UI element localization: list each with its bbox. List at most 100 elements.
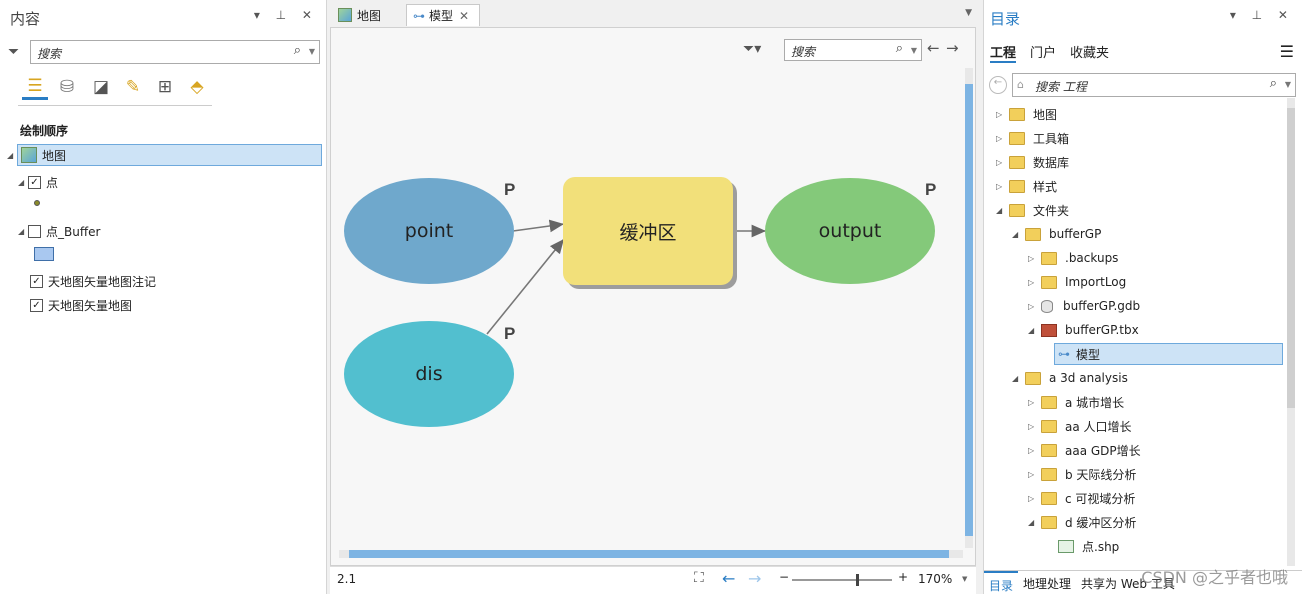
tree-item-viewshed[interactable]: ▷ c 可视域分析 xyxy=(1028,487,1135,509)
visibility-checkbox[interactable]: ✓ xyxy=(30,274,43,288)
tree-item-model[interactable]: ⊶ 模型 xyxy=(1054,343,1283,365)
pane-controls[interactable]: ▾ ⊥ ✕ xyxy=(254,8,318,22)
collapse-icon[interactable]: ◢ xyxy=(1012,230,1022,239)
collapse-icon[interactable]: ◢ xyxy=(7,151,13,160)
visibility-checkbox[interactable] xyxy=(28,224,41,238)
tab-model[interactable]: ⊶ 模型 ✕ xyxy=(406,4,480,26)
tab-portal[interactable]: 门户 xyxy=(1030,42,1056,63)
model-canvas[interactable]: ⏷▾ 搜索 ⌕ ▼ ← → point dis 缓冲区 output P P P xyxy=(330,27,976,566)
close-icon[interactable]: ✕ xyxy=(459,9,469,23)
scrollbar-thumb[interactable] xyxy=(1287,108,1295,408)
tree-item-styles[interactable]: ▷ 样式 xyxy=(996,175,1057,197)
tab-favorites[interactable]: 收藏夹 xyxy=(1070,42,1109,63)
zoom-slider-handle[interactable] xyxy=(856,574,859,586)
expand-icon[interactable]: ▷ xyxy=(1028,278,1038,287)
collapse-icon[interactable]: ◢ xyxy=(1012,374,1022,383)
drawing-order-icon[interactable]: ☰ xyxy=(22,74,48,100)
back-arrow-icon[interactable]: ← xyxy=(722,569,735,588)
pane-controls[interactable]: ▾ ⊥ ✕ xyxy=(1230,8,1294,22)
horizontal-scrollbar[interactable] xyxy=(339,550,963,558)
folder-icon xyxy=(1041,467,1057,481)
expand-icon[interactable]: ▷ xyxy=(1028,422,1038,431)
back-arrow-icon[interactable]: ← xyxy=(989,76,1007,94)
tab-geoprocessing[interactable]: 地理处理 xyxy=(1018,571,1076,594)
expand-icon[interactable]: ▷ xyxy=(1028,398,1038,407)
filter-icon[interactable]: ⏷ xyxy=(8,44,19,60)
expand-icon[interactable]: ▷ xyxy=(1028,254,1038,263)
folder-icon xyxy=(1041,251,1057,265)
editing-icon[interactable]: ✎ xyxy=(120,74,146,100)
scrollbar-thumb[interactable] xyxy=(965,84,973,536)
forward-arrow-icon[interactable]: → xyxy=(748,569,761,588)
expand-icon[interactable]: ▷ xyxy=(996,182,1006,191)
expand-icon[interactable]: ▷ xyxy=(996,110,1006,119)
zoom-slider[interactable] xyxy=(792,574,892,586)
tab-map[interactable]: 地图 xyxy=(332,4,402,26)
tree-item-toolboxes[interactable]: ▷ 工具箱 xyxy=(996,127,1069,149)
visibility-checkbox[interactable]: ✓ xyxy=(28,175,41,189)
visibility-checkbox[interactable]: ✓ xyxy=(30,298,43,312)
tree-item-folders[interactable]: ◢ 文件夹 xyxy=(996,199,1069,221)
expand-icon[interactable]: ▷ xyxy=(996,134,1006,143)
labeling-icon[interactable]: ⬘ xyxy=(184,74,210,100)
tree-item-backups[interactable]: ▷ .backups xyxy=(1028,247,1118,269)
tab-project[interactable]: 工程 xyxy=(990,42,1017,63)
tool-node-buffer[interactable]: 缓冲区 xyxy=(563,177,733,285)
tree-item-3d-analysis[interactable]: ◢ a 3d analysis xyxy=(1012,367,1128,389)
input-node-point[interactable]: point xyxy=(344,178,514,284)
chevron-down-icon[interactable]: ▼ xyxy=(962,575,967,583)
zoom-level[interactable]: 170% xyxy=(918,572,952,586)
menu-icon[interactable]: ☰ xyxy=(1280,42,1294,61)
database-icon[interactable]: ⛁ xyxy=(54,74,80,100)
tab-catalog[interactable]: 目录 xyxy=(984,571,1019,594)
chevron-down-icon[interactable]: ▼ xyxy=(309,47,315,56)
tree-item-gdp-growth[interactable]: ▷ aaa GDP增长 xyxy=(1028,439,1141,461)
collapse-icon[interactable]: ◢ xyxy=(1028,326,1038,335)
folder-icon xyxy=(1041,419,1057,433)
search-icon[interactable]: ⌕ xyxy=(1270,76,1277,91)
catalog-search-input[interactable]: ⌂ 搜索 工程 ⌕ ▼ xyxy=(1012,73,1296,97)
chevron-down-icon[interactable]: ▼ xyxy=(965,8,972,18)
layer-map[interactable]: ◢ 地图 xyxy=(7,144,322,166)
folder-icon xyxy=(1041,515,1057,529)
expand-icon[interactable]: ▷ xyxy=(1028,470,1038,479)
input-node-dis[interactable]: dis xyxy=(344,321,514,427)
selection-icon[interactable]: ◪ xyxy=(88,74,114,100)
tree-item-buffergp-gdb[interactable]: ▷ bufferGP.gdb xyxy=(1028,295,1140,317)
layer-basemap[interactable]: ✓ 天地图矢量地图 xyxy=(30,294,132,316)
tree-item-importlog[interactable]: ▷ ImportLog xyxy=(1028,271,1126,293)
collapse-icon[interactable]: ◢ xyxy=(18,178,28,187)
fit-extent-icon[interactable]: ⛶ xyxy=(694,570,704,586)
collapse-icon[interactable]: ◢ xyxy=(996,206,1006,215)
tree-label: .backups xyxy=(1065,251,1119,265)
collapse-icon[interactable]: ◢ xyxy=(18,227,28,236)
expand-icon[interactable]: ▷ xyxy=(1028,302,1038,311)
vertical-scrollbar[interactable] xyxy=(965,68,973,548)
expand-icon[interactable]: ▷ xyxy=(1028,494,1038,503)
tree-item-urban-growth[interactable]: ▷ a 城市增长 xyxy=(1028,391,1124,413)
layer-point[interactable]: ◢ ✓ 点 xyxy=(18,171,58,193)
collapse-icon[interactable]: ◢ xyxy=(1028,518,1038,527)
tree-item-population-growth[interactable]: ▷ aa 人口增长 xyxy=(1028,415,1132,437)
tree-item-buffer-analysis[interactable]: ◢ d 缓冲区分析 xyxy=(1028,511,1136,533)
expand-icon[interactable]: ▷ xyxy=(996,158,1006,167)
output-node[interactable]: output xyxy=(765,178,935,284)
snapping-icon[interactable]: ⊞ xyxy=(152,74,178,100)
layer-point-buffer[interactable]: ◢ 点_Buffer xyxy=(18,220,100,242)
layer-basemap-annotation[interactable]: ✓ 天地图矢量地图注记 xyxy=(30,270,156,292)
vertical-scrollbar[interactable] xyxy=(1287,98,1295,566)
scrollbar-thumb[interactable] xyxy=(349,550,949,558)
tree-item-buffergp[interactable]: ◢ bufferGP xyxy=(1012,223,1101,245)
search-icon[interactable]: ⌕ xyxy=(294,43,301,58)
expand-icon[interactable]: ▷ xyxy=(1028,446,1038,455)
contents-search-input[interactable]: 搜索 ⌕ ▼ xyxy=(30,40,320,64)
tree-item-buffergp-tbx[interactable]: ◢ bufferGP.tbx xyxy=(1028,319,1139,341)
tree-item-shapefile[interactable]: 点.shp xyxy=(1058,535,1119,557)
tree-item-maps[interactable]: ▷ 地图 xyxy=(996,103,1057,125)
tree-item-databases[interactable]: ▷ 数据库 xyxy=(996,151,1069,173)
zoom-out-button[interactable]: − xyxy=(779,570,789,584)
chevron-down-icon[interactable]: ▼ xyxy=(1285,80,1291,89)
zoom-in-button[interactable]: + xyxy=(898,570,908,584)
node-label: dis xyxy=(415,363,443,385)
tree-item-skyline[interactable]: ▷ b 天际线分析 xyxy=(1028,463,1136,485)
